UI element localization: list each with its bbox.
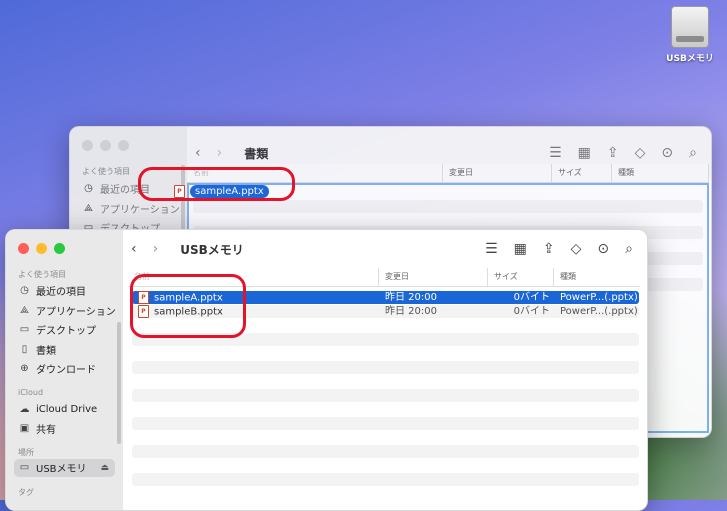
sidebar-item-label: デスクトップ <box>36 326 96 338</box>
sidebar-item-documents[interactable]: ▯ 書類 <box>6 340 123 360</box>
apps-icon: ⟁ <box>20 304 29 316</box>
sidebar-item-label: 書類 <box>36 345 56 357</box>
list-view-icon[interactable]: ☰ <box>549 145 562 161</box>
cloud-icon: ☁ <box>19 403 30 415</box>
share-icon[interactable]: ⇪ <box>607 145 619 161</box>
sidebar-item-label: USBメモリ <box>36 464 87 475</box>
forward-arrow-icon[interactable]: › <box>217 145 223 161</box>
search-icon[interactable]: ⌕ <box>689 145 697 161</box>
file-date: 昨日 20:00 <box>385 292 437 303</box>
file-kind: PowerP...(.pptx) <box>560 306 638 317</box>
sidebar-item-label: アプリケーション <box>100 204 180 216</box>
minimize-button[interactable] <box>100 140 111 151</box>
column-size[interactable]: サイズ <box>552 164 612 182</box>
sidebar-item-label: iCloud Drive <box>36 403 98 415</box>
file-date: 昨日 20:00 <box>385 306 437 317</box>
sidebar-item-desktop[interactable]: ▭ デスクトップ <box>6 320 123 340</box>
sidebar-item-shared[interactable]: ▣ 共有 <box>6 419 123 439</box>
toolbar: ‹ › USBメモリ ☰ ▦ ⇪ ◇ ⊙ ⌕ <box>123 230 647 268</box>
sidebar: よく使う項目 ◷ 最近の項目 ⟁ アプリケーション ▭ デスクトップ ▯ 書類 … <box>6 230 123 510</box>
minimize-button[interactable] <box>36 243 47 254</box>
document-icon: ▯ <box>21 343 28 355</box>
apps-icon: ⟁ <box>84 202 93 214</box>
sidebar-section-locations: 場所 <box>18 447 34 457</box>
sidebar-item-downloads[interactable]: ⊕ ダウンロード <box>6 359 123 379</box>
sidebar-item-label: アプリケーション <box>36 306 116 318</box>
desktop-usb-drive[interactable]: USBメモリ <box>662 6 718 64</box>
drive-icon <box>671 6 709 48</box>
sidebar-item-applications[interactable]: ⟁ アプリケーション <box>6 301 123 321</box>
sidebar-scrollbar[interactable] <box>117 322 121 444</box>
file-size: 0バイト <box>513 292 550 303</box>
forward-arrow-icon[interactable]: › <box>153 241 159 257</box>
close-button[interactable] <box>18 243 29 254</box>
list-view-icon[interactable]: ☰ <box>485 241 498 257</box>
sidebar-item-label: 最近の項目 <box>36 287 86 299</box>
sidebar-item-applications[interactable]: ⟁ アプリケーション <box>70 199 187 219</box>
clock-icon: ◷ <box>84 183 93 195</box>
eject-icon[interactable]: ⏏ <box>100 463 109 473</box>
sidebar-section-favorites: よく使う項目 <box>18 270 66 279</box>
tag-icon[interactable]: ◇ <box>635 145 646 161</box>
sidebar-item-recents[interactable]: ◷ 最近の項目 <box>6 281 123 301</box>
back-arrow-icon[interactable]: ‹ <box>131 241 137 257</box>
drive-icon: ▭ <box>19 462 30 473</box>
clock-icon: ◷ <box>20 285 29 297</box>
group-icon[interactable]: ▦ <box>514 241 527 257</box>
sidebar-section-icloud: iCloud <box>18 387 44 397</box>
column-kind[interactable]: 種類 <box>554 268 640 286</box>
sidebar-item-label: 共有 <box>36 425 56 437</box>
file-size: 0バイト <box>513 306 550 317</box>
sidebar-item-usb[interactable]: ▭ USBメモリ ⏏ <box>14 458 115 477</box>
window-controls <box>82 140 129 151</box>
window-title: 書類 <box>244 146 269 161</box>
more-icon[interactable]: ⊙ <box>661 145 673 161</box>
window-controls <box>18 243 65 254</box>
back-arrow-icon[interactable]: ‹ <box>195 145 201 161</box>
close-button[interactable] <box>82 140 93 151</box>
column-date[interactable]: 変更日 <box>443 164 552 182</box>
annotation-circle-files <box>130 274 246 338</box>
desktop-drive-label: USBメモリ <box>666 54 714 64</box>
column-size[interactable]: サイズ <box>488 268 554 286</box>
group-icon[interactable]: ▦ <box>578 145 591 161</box>
zoom-button[interactable] <box>54 243 65 254</box>
window-title: USBメモリ <box>180 242 244 257</box>
share-icon[interactable]: ⇪ <box>543 241 555 257</box>
sidebar-item-label: ダウンロード <box>36 365 96 377</box>
shared-folder-icon: ▣ <box>19 423 30 435</box>
search-icon[interactable]: ⌕ <box>625 241 633 257</box>
more-icon[interactable]: ⊙ <box>597 241 609 257</box>
annotation-circle-dragged <box>138 167 295 201</box>
file-kind: PowerP...(.pptx) <box>560 292 638 303</box>
sidebar-section-tags: タグ <box>18 487 34 497</box>
column-kind[interactable]: 種類 <box>612 164 709 182</box>
zoom-button[interactable] <box>118 140 129 151</box>
sidebar-item-icloud-drive[interactable]: ☁ iCloud Drive <box>6 400 123 420</box>
desktop-icon: ▭ <box>19 324 30 336</box>
download-icon: ⊕ <box>20 363 29 375</box>
finder-window-usb[interactable]: よく使う項目 ◷ 最近の項目 ⟁ アプリケーション ▭ デスクトップ ▯ 書類 … <box>5 229 648 511</box>
column-date[interactable]: 変更日 <box>379 268 488 286</box>
tag-icon[interactable]: ◇ <box>571 241 582 257</box>
